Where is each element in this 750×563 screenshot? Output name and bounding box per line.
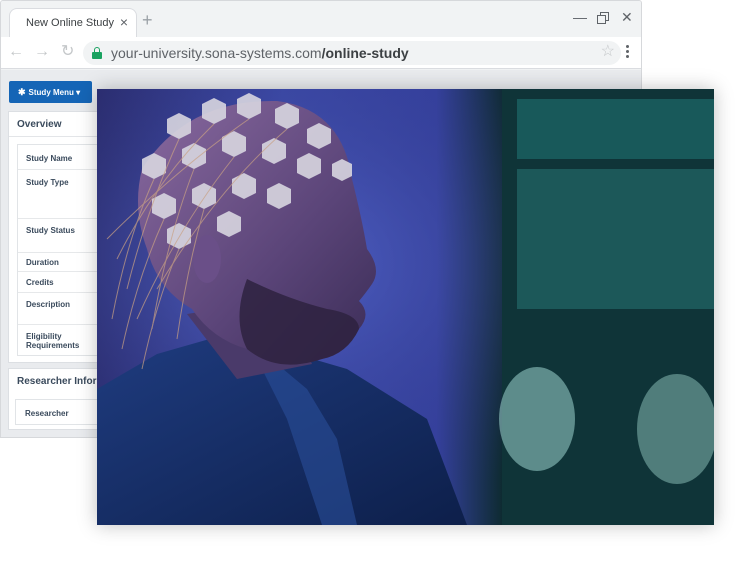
gear-icon: ✱ <box>18 87 26 97</box>
browser-tab[interactable]: New Online Study × <box>9 8 137 37</box>
tab-strip: New Online Study × + — ✕ <box>1 1 641 37</box>
field-label: Study Name <box>26 154 73 163</box>
eeg-photo <box>97 89 714 525</box>
reload-icon[interactable]: ↻ <box>61 43 74 61</box>
back-arrow-icon[interactable]: ← <box>8 43 24 61</box>
restore-icon[interactable] <box>597 12 609 24</box>
field-label: Duration <box>26 258 59 267</box>
tab-close-icon[interactable]: × <box>120 14 128 30</box>
field-label: Description <box>26 300 71 309</box>
caret-down-icon: ▾ <box>76 88 81 97</box>
researcher-label: Researcher <box>25 409 69 418</box>
overview-title: Overview <box>17 119 62 130</box>
eeg-photo-illustration <box>97 89 714 525</box>
lock-icon <box>92 47 102 59</box>
window-close-icon[interactable]: ✕ <box>621 9 633 25</box>
field-label: Study Status <box>26 226 75 235</box>
field-label: Study Type <box>26 178 69 187</box>
study-menu-label: Study Menu <box>28 88 74 97</box>
minimize-icon[interactable]: — <box>573 9 587 25</box>
address-bar[interactable]: your-university.sona-systems.com/online-… <box>83 41 621 65</box>
field-label: Credits <box>26 278 54 287</box>
browser-toolbar: ← → ↻ your-university.sona-systems.com/o… <box>1 37 641 69</box>
tab-title: New Online Study <box>26 17 115 29</box>
new-tab-icon[interactable]: + <box>142 11 153 29</box>
study-menu-button[interactable]: ✱ Study Menu ▾ <box>9 81 92 103</box>
url-text: your-university.sona-systems.com/online-… <box>111 45 409 61</box>
browser-menu-icon[interactable] <box>626 45 630 61</box>
url-host: your-university.sona-systems.com <box>111 45 322 61</box>
bookmark-star-icon[interactable]: ☆ <box>601 43 615 61</box>
url-path: /online-study <box>321 45 409 61</box>
field-label: Eligibility Requirements <box>26 332 80 350</box>
forward-arrow-icon[interactable]: → <box>34 43 50 61</box>
